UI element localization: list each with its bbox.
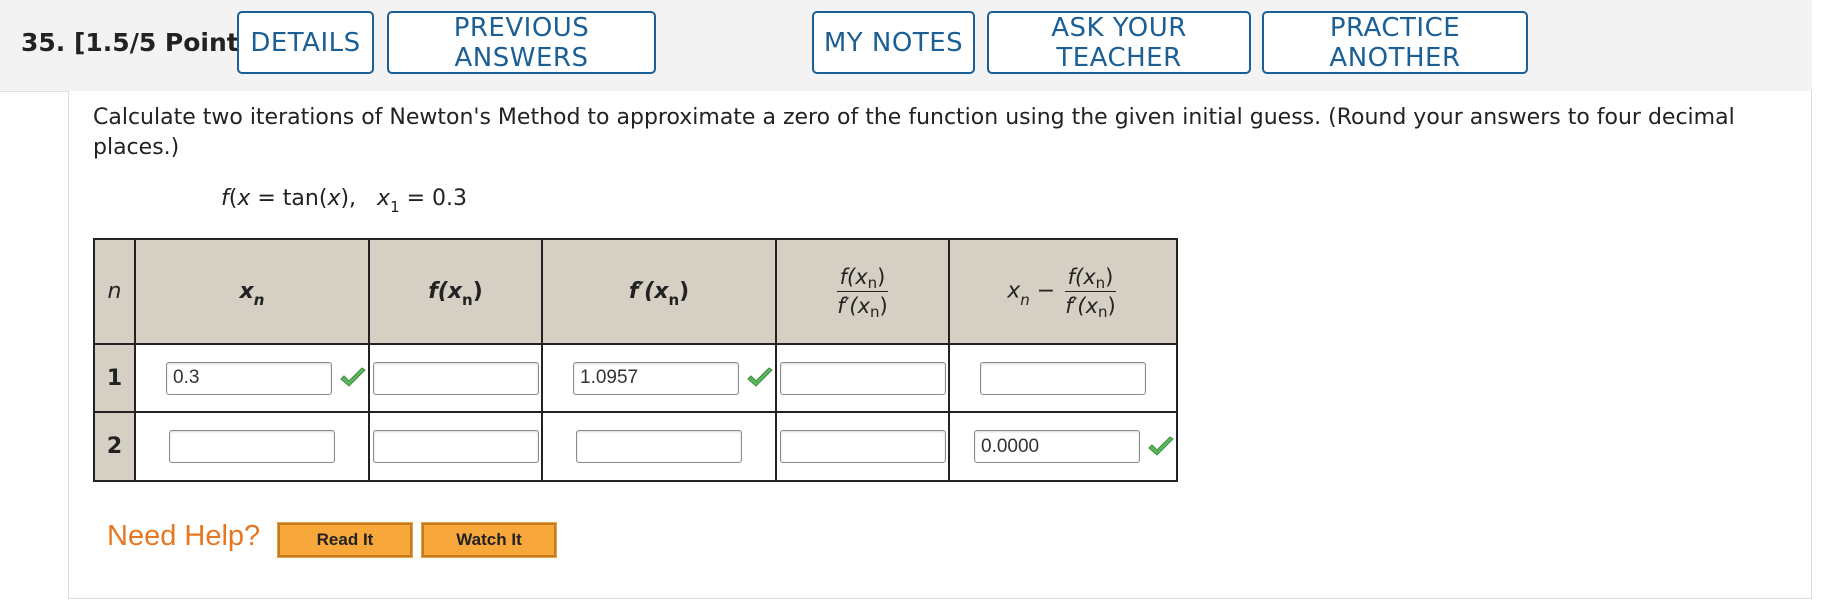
f-x1-input[interactable]	[372, 361, 539, 395]
question-number: 35. [1.5/5 Points]	[21, 28, 266, 57]
next-x-2-input[interactable]	[974, 430, 1140, 463]
ask-your-teacher-button[interactable]: ASK YOUR TEACHER	[987, 11, 1251, 74]
need-help-label: Need Help?	[107, 520, 261, 552]
next-x-1-input[interactable]	[980, 361, 1146, 395]
checkmark-icon	[1148, 435, 1174, 456]
header-xn: xn	[134, 238, 370, 345]
question-header-bar: 35. [1.5/5 Points] DETAILS PREVIOUS ANSW…	[0, 0, 1812, 92]
header-ratio: f(xn) f′(xn)	[775, 238, 950, 345]
previous-answers-button[interactable]: PREVIOUS ANSWERS	[387, 11, 656, 74]
ratio-1-input[interactable]	[779, 361, 946, 395]
table-header-row: n xn f(xn) f′(xn) f(xn) f′(xn) xn − f(xn…	[93, 238, 1178, 345]
ratio-fraction: f(xn) f′(xn)	[836, 265, 889, 321]
watch-it-button[interactable]: Watch It	[421, 522, 557, 558]
read-it-button[interactable]: Read It	[277, 522, 413, 558]
row-n-label: 2	[93, 411, 136, 482]
f-x2-input[interactable]	[372, 430, 539, 463]
x2-input[interactable]	[169, 430, 335, 463]
function-definition: f(x = tan(x), x1 = 0.3	[221, 186, 468, 216]
my-notes-button[interactable]: MY NOTES	[812, 11, 975, 74]
next-x-fraction: f(xn) f′(xn)	[1064, 265, 1117, 321]
question-prompt: Calculate two iterations of Newton's Met…	[93, 105, 1735, 160]
x1-input[interactable]	[166, 361, 332, 395]
newton-table: n xn f(xn) f′(xn) f(xn) f′(xn) xn − f(xn…	[93, 238, 1178, 482]
row-n-label: 1	[93, 343, 136, 413]
fprime-x2-input[interactable]	[576, 430, 742, 463]
ratio-2-input[interactable]	[779, 430, 946, 463]
table-row: 2	[93, 411, 1178, 482]
practice-another-button[interactable]: PRACTICE ANOTHER	[1262, 11, 1528, 74]
table-row: 1	[93, 343, 1178, 413]
header-next-x: xn − f(xn) f′(xn)	[948, 238, 1178, 345]
header-fxn: f(xn)	[368, 238, 543, 345]
header-n: n	[93, 238, 136, 345]
header-fprime-xn: f′(xn)	[541, 238, 777, 345]
checkmark-icon	[340, 367, 366, 387]
checkmark-icon	[747, 367, 773, 387]
details-button[interactable]: DETAILS	[237, 11, 374, 74]
fprime-x1-input[interactable]	[573, 361, 739, 395]
